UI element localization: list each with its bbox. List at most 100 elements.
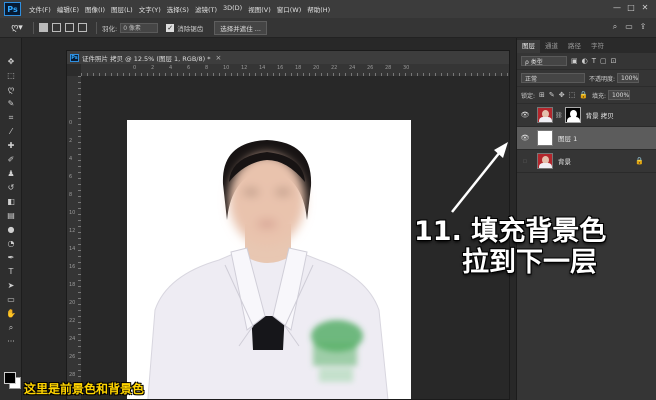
- close-button[interactable]: ✕: [638, 3, 652, 12]
- layer-name: 图层 1: [558, 135, 578, 143]
- crop-icon[interactable]: ⌗: [3, 111, 19, 124]
- layer-row-background-copy[interactable]: 👁 ⛓ 背景 拷贝: [517, 104, 656, 127]
- lock-label: 锁定:: [521, 92, 536, 100]
- feather-input[interactable]: 0 像素: [120, 22, 159, 33]
- stamp-icon[interactable]: ♟: [3, 167, 19, 180]
- menu-image[interactable]: 图像(I): [85, 4, 105, 14]
- antialias-checkbox[interactable]: ✓: [166, 23, 175, 32]
- shape-icon[interactable]: ▭: [3, 293, 19, 306]
- annotation-line-1: 11. 填充背景色: [414, 216, 607, 247]
- marquee-icon[interactable]: ⬚: [3, 69, 19, 82]
- share-icon[interactable]: ⇪: [636, 22, 650, 32]
- shape-filter-icon[interactable]: ▢: [600, 57, 607, 65]
- tab-layers[interactable]: 图层: [517, 40, 540, 53]
- subtract-selection-icon[interactable]: [65, 23, 74, 32]
- layer-lock-icon: 🔒: [635, 157, 644, 165]
- tutorial-caption: 这里是前景色和背景色: [24, 382, 145, 396]
- menu-edit[interactable]: 编辑(E): [57, 4, 79, 14]
- healing-icon[interactable]: ✚: [3, 139, 19, 152]
- menu-help[interactable]: 帮助(H): [307, 4, 330, 14]
- lock-artboard-icon[interactable]: ⬚: [569, 91, 576, 99]
- adjust-filter-icon[interactable]: ◐: [582, 57, 588, 65]
- tab-paths[interactable]: 路径: [563, 40, 586, 53]
- menu-select[interactable]: 选择(S): [167, 4, 189, 14]
- lock-pixels-icon[interactable]: ⊞: [539, 91, 545, 99]
- brush-icon[interactable]: ✐: [3, 153, 19, 166]
- menu-layer[interactable]: 图层(L): [111, 4, 133, 14]
- layer-row-layer-1[interactable]: 👁 图层 1: [517, 127, 656, 150]
- ruler-tick: 8: [205, 65, 209, 71]
- ruler-tick: 0: [69, 120, 73, 126]
- zoom-icon[interactable]: ⌕: [3, 321, 19, 334]
- lock-paint-icon[interactable]: ✎: [549, 91, 555, 99]
- menu-filter[interactable]: 滤镜(T): [195, 4, 217, 14]
- gradient-icon[interactable]: ▤: [3, 209, 19, 222]
- new-selection-icon[interactable]: [39, 23, 48, 32]
- close-tab-icon[interactable]: ×: [215, 54, 221, 62]
- layer-name: 背景: [558, 158, 571, 166]
- maximize-button[interactable]: □: [624, 3, 638, 12]
- link-icon[interactable]: ⛓: [555, 112, 563, 119]
- menu-3d[interactable]: 3D(D): [223, 4, 242, 14]
- select-and-mask-button[interactable]: 选择并遮住 ...: [214, 20, 267, 35]
- opacity-input[interactable]: 100%: [617, 73, 640, 83]
- type-icon[interactable]: T: [3, 265, 19, 278]
- add-selection-icon[interactable]: [52, 23, 61, 32]
- ruler-tick: 28: [69, 372, 76, 378]
- ruler-tick: 14: [259, 65, 266, 71]
- search-icon[interactable]: ⌕: [608, 22, 622, 32]
- lock-move-icon[interactable]: ✥: [559, 91, 565, 99]
- ruler-tick: 16: [277, 65, 284, 71]
- annotation-line-2: 拉到下一层: [462, 247, 597, 278]
- ruler-tick: 24: [349, 65, 356, 71]
- move-icon[interactable]: ✥: [3, 55, 19, 68]
- tab-character[interactable]: 字符: [586, 40, 609, 53]
- layer-mask-thumbnail[interactable]: [564, 107, 581, 123]
- workspace-icon[interactable]: ▭: [622, 22, 636, 32]
- eraser-icon[interactable]: ◧: [3, 195, 19, 208]
- kind-filter-select[interactable]: ρ 类型: [521, 56, 567, 66]
- divider: [33, 21, 34, 34]
- intersect-selection-icon[interactable]: [78, 23, 87, 32]
- vertical-ruler[interactable]: 0 2 4 6 8 10 12 14 16 18 20 22 24 26 28 …: [67, 76, 82, 399]
- divider: [96, 21, 97, 34]
- menu-view[interactable]: 视图(V): [248, 4, 271, 14]
- lasso-icon[interactable]: ღ: [3, 83, 19, 96]
- visibility-eye-icon[interactable]: 👁: [519, 111, 531, 119]
- pen-icon[interactable]: ✒: [3, 251, 19, 264]
- path-select-icon[interactable]: ➤: [3, 279, 19, 292]
- eyedropper-icon[interactable]: ⁄: [3, 125, 19, 138]
- lock-all-icon[interactable]: 🔒: [579, 91, 588, 99]
- hand-icon[interactable]: ✋: [3, 307, 19, 320]
- visibility-hidden-icon[interactable]: ▫: [519, 157, 531, 165]
- history-brush-icon[interactable]: ↺: [3, 181, 19, 194]
- visibility-eye-icon[interactable]: 👁: [519, 134, 531, 142]
- minimize-button[interactable]: —: [610, 3, 624, 12]
- layer-thumbnail: [537, 153, 553, 169]
- ruler-tick: 10: [69, 210, 76, 216]
- id-photo[interactable]: [127, 120, 411, 399]
- menu-window[interactable]: 窗口(W): [277, 4, 302, 14]
- more-icon[interactable]: ···: [3, 335, 19, 348]
- quick-select-icon[interactable]: ✎: [3, 97, 19, 110]
- layer-row-background[interactable]: ▫ 背景 🔒: [517, 150, 656, 173]
- document-tab[interactable]: Ps 证件照片 拷贝 @ 12.5% (图层 1, RGB/8) * ×: [67, 51, 509, 64]
- blend-mode-select[interactable]: 正常: [521, 73, 585, 83]
- smart-filter-icon[interactable]: ⊡: [611, 57, 617, 65]
- lasso-preset-icon[interactable]: ღ▾: [6, 23, 28, 33]
- photoshop-logo: Ps: [4, 2, 21, 16]
- ruler-tick: 2: [151, 65, 155, 71]
- foreground-color-swatch[interactable]: [4, 372, 16, 384]
- type-filter-icon[interactable]: T: [592, 57, 596, 65]
- feather-label: 羽化:: [102, 24, 118, 33]
- dodge-icon[interactable]: ◔: [3, 237, 19, 250]
- ruler-tick: 26: [69, 354, 76, 360]
- menu-bar: Ps 文件(F) 编辑(E) 图像(I) 图层(L) 文字(Y) 选择(S) 滤…: [0, 0, 656, 18]
- blur-icon[interactable]: ●: [3, 223, 19, 236]
- fill-input[interactable]: 100%: [608, 90, 631, 100]
- menu-type[interactable]: 文字(Y): [139, 4, 161, 14]
- pixel-filter-icon[interactable]: ▣: [571, 57, 578, 65]
- menu-file[interactable]: 文件(F): [29, 4, 51, 14]
- tab-channels[interactable]: 通道: [540, 40, 563, 53]
- portrait-image: [147, 140, 389, 399]
